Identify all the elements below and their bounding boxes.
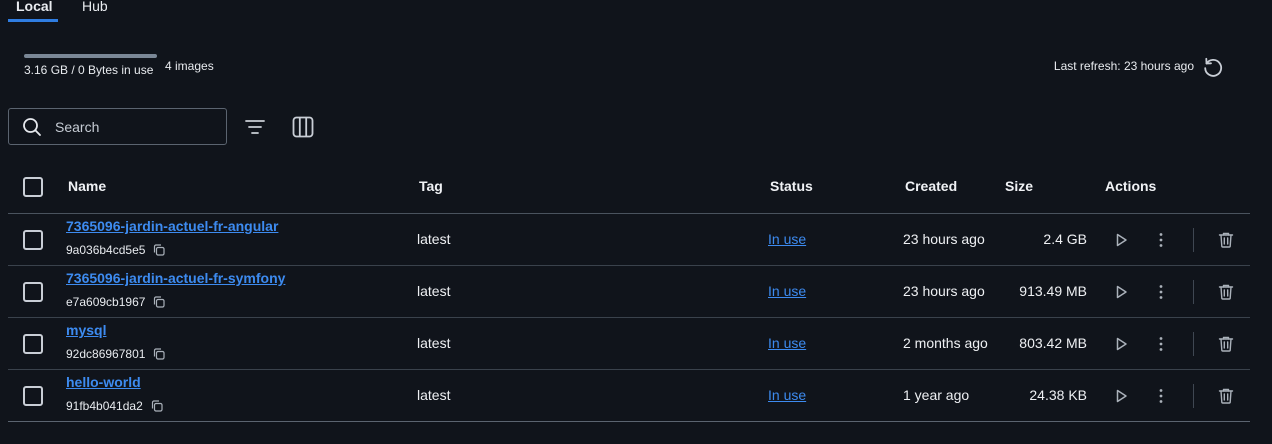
column-header-name[interactable]: Name: [68, 178, 106, 194]
image-id: e7a609cb1967: [66, 295, 166, 309]
disk-usage: 3.16 GB / 0 Bytes in use: [24, 54, 157, 77]
image-created: 1 year ago: [903, 387, 970, 403]
more-options-icon[interactable]: [1150, 333, 1172, 355]
select-all-checkbox[interactable]: [23, 177, 43, 197]
copy-icon[interactable]: [152, 295, 166, 309]
row-checkbox[interactable]: [23, 282, 43, 302]
disk-usage-bar-fill: [24, 54, 157, 58]
filter-icon[interactable]: [242, 114, 268, 140]
image-size: 24.38 KB: [1029, 387, 1087, 403]
image-tag: latest: [417, 387, 451, 403]
column-header-actions: Actions: [1105, 178, 1157, 194]
columns-icon[interactable]: [290, 114, 316, 140]
image-id-text: e7a609cb1967: [66, 295, 146, 309]
actions-divider: [1193, 332, 1194, 356]
disk-usage-bar: [24, 54, 157, 58]
more-options-icon[interactable]: [1150, 281, 1172, 303]
trash-icon[interactable]: [1215, 385, 1237, 407]
column-header-tag[interactable]: Tag: [419, 178, 443, 194]
image-id: 91fb4b041da2: [66, 399, 164, 413]
image-status-link[interactable]: In use: [768, 283, 806, 299]
image-name-link[interactable]: 7365096-jardin-actuel-fr-angular: [66, 218, 278, 234]
image-tag: latest: [417, 335, 451, 351]
search-icon: [22, 117, 42, 137]
run-icon[interactable]: [1110, 281, 1132, 303]
image-size: 2.4 GB: [1043, 231, 1087, 247]
images-count: 4 images: [165, 59, 214, 73]
actions-divider: [1193, 384, 1194, 408]
refresh-icon[interactable]: [1200, 54, 1226, 80]
copy-icon[interactable]: [152, 347, 166, 361]
last-refresh-text: Last refresh: 23 hours ago: [1053, 59, 1194, 73]
more-options-icon[interactable]: [1150, 229, 1172, 251]
column-header-status[interactable]: Status: [770, 178, 813, 194]
tab-hub[interactable]: Hub: [74, 0, 116, 22]
table-row[interactable]: 7365096-jardin-actuel-fr-angular 9a036b4…: [8, 214, 1250, 266]
row-checkbox[interactable]: [23, 230, 43, 250]
image-created: 2 months ago: [903, 335, 988, 351]
column-header-created[interactable]: Created: [905, 178, 957, 194]
table-header: Name Tag Status Created Size Actions: [8, 160, 1250, 214]
image-status-link[interactable]: In use: [768, 231, 806, 247]
image-created: 23 hours ago: [903, 283, 985, 299]
image-name-link[interactable]: mysql: [66, 322, 106, 338]
table-row[interactable]: hello-world 91fb4b041da2 latest In use 1…: [8, 370, 1250, 422]
image-id-text: 9a036b4cd5e5: [66, 243, 146, 257]
image-status-link[interactable]: In use: [768, 387, 806, 403]
images-table: Name Tag Status Created Size Actions 736…: [8, 160, 1250, 422]
actions-divider: [1193, 228, 1194, 252]
image-created: 23 hours ago: [903, 231, 985, 247]
image-id-text: 91fb4b041da2: [66, 399, 143, 413]
image-size: 913.49 MB: [1019, 283, 1087, 299]
trash-icon[interactable]: [1215, 333, 1237, 355]
table-row[interactable]: mysql 92dc86967801 latest In use 2 month…: [8, 318, 1250, 370]
row-checkbox[interactable]: [23, 386, 43, 406]
image-id-text: 92dc86967801: [66, 347, 146, 361]
image-name-link[interactable]: 7365096-jardin-actuel-fr-symfony: [66, 270, 285, 286]
table-row[interactable]: 7365096-jardin-actuel-fr-symfony e7a609c…: [8, 266, 1250, 318]
trash-icon[interactable]: [1215, 229, 1237, 251]
row-checkbox[interactable]: [23, 334, 43, 354]
disk-usage-text: 3.16 GB / 0 Bytes in use: [24, 63, 154, 77]
run-icon[interactable]: [1110, 333, 1132, 355]
search-input[interactable]: [53, 109, 218, 144]
image-size: 803.42 MB: [1019, 335, 1087, 351]
run-icon[interactable]: [1110, 385, 1132, 407]
image-id: 9a036b4cd5e5: [66, 243, 166, 257]
run-icon[interactable]: [1110, 229, 1132, 251]
image-tag: latest: [417, 231, 451, 247]
actions-divider: [1193, 280, 1194, 304]
more-options-icon[interactable]: [1150, 385, 1172, 407]
copy-icon[interactable]: [150, 399, 164, 413]
image-tag: latest: [417, 283, 451, 299]
search-box: [8, 108, 227, 145]
image-status-link[interactable]: In use: [768, 335, 806, 351]
copy-icon[interactable]: [152, 243, 166, 257]
trash-icon[interactable]: [1215, 281, 1237, 303]
image-id: 92dc86967801: [66, 347, 166, 361]
tab-local[interactable]: Local: [8, 0, 58, 22]
column-header-size[interactable]: Size: [1005, 178, 1033, 194]
image-name-link[interactable]: hello-world: [66, 374, 141, 390]
